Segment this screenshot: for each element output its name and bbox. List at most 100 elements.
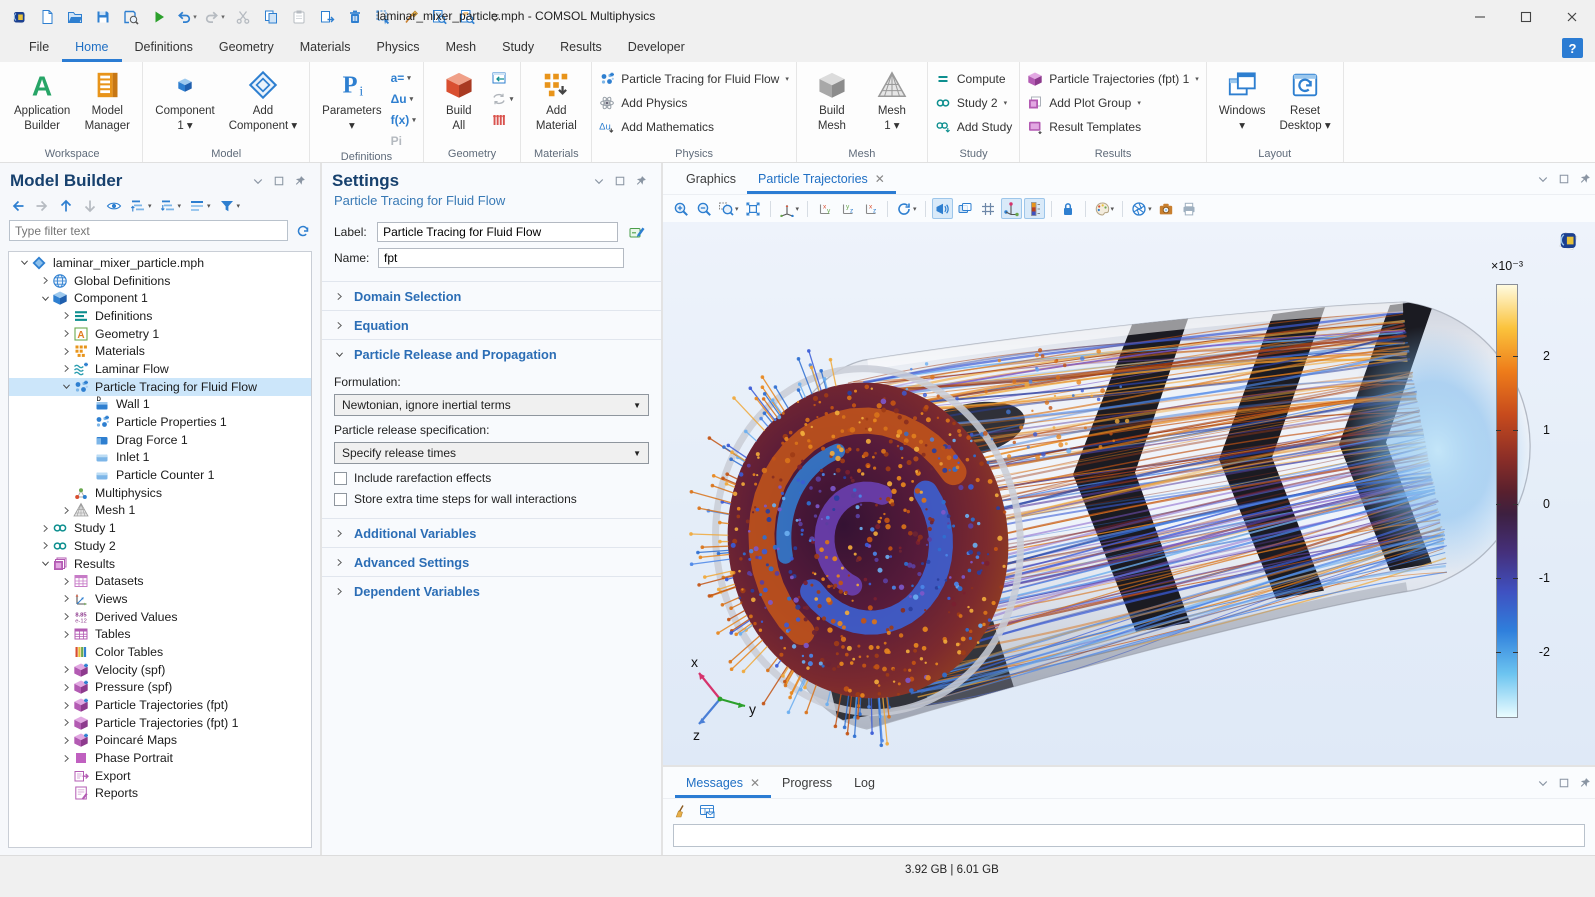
- tree-chevron[interactable]: [38, 540, 52, 551]
- grid-button[interactable]: [978, 198, 999, 219]
- view-xy-button[interactable]: xy: [814, 198, 835, 219]
- snapshot-button[interactable]: [1156, 198, 1177, 219]
- ribbon-tab-developer[interactable]: Developer: [615, 33, 698, 62]
- tree-chevron[interactable]: [59, 328, 73, 339]
- close-tab-icon[interactable]: ✕: [875, 172, 885, 191]
- color-legend-button[interactable]: [1024, 198, 1045, 219]
- graphics-tab-graphics[interactable]: Graphics: [675, 163, 747, 194]
- physics-interface-button[interactable]: Particle Tracing for Fluid Flow▾: [599, 69, 789, 88]
- save-as-button[interactable]: [117, 4, 144, 30]
- tree-item-derived-values[interactable]: 8.85e-12Derived Values: [9, 608, 311, 626]
- tree-chevron[interactable]: [59, 735, 73, 746]
- scene-light-button[interactable]: [932, 198, 953, 219]
- pin-panel-icon[interactable]: [294, 175, 306, 187]
- panel-menu-icon[interactable]: [1537, 777, 1549, 789]
- pin-panel-icon[interactable]: [1579, 777, 1591, 789]
- refresh-icon[interactable]: [295, 223, 311, 239]
- rename-icon[interactable]: [625, 221, 649, 242]
- tree-chevron[interactable]: [59, 363, 73, 374]
- tree-item-views[interactable]: Views: [9, 590, 311, 608]
- view-xz-button[interactable]: xz: [860, 198, 881, 219]
- environment-button[interactable]: ▾: [1129, 198, 1154, 219]
- build-mesh-button[interactable]: Build Mesh: [804, 65, 860, 134]
- run-button[interactable]: [145, 4, 172, 30]
- paste-button[interactable]: [285, 4, 312, 30]
- virtual-operations-button[interactable]: [491, 111, 514, 129]
- float-panel-icon[interactable]: [1558, 173, 1570, 185]
- tree-item-wall-1[interactable]: DWall 1: [9, 396, 311, 414]
- tree-item-laminar-mixer-particle-mph[interactable]: laminar_mixer_particle.mph: [9, 254, 311, 272]
- ribbon-tab-study[interactable]: Study: [489, 33, 547, 62]
- ribbon-tab-definitions[interactable]: Definitions: [122, 33, 206, 62]
- tree-item-multiphysics[interactable]: Multiphysics: [9, 484, 311, 502]
- close-button[interactable]: [1549, 0, 1595, 33]
- add-material-button[interactable]: Add Material: [528, 65, 584, 134]
- tree-chevron[interactable]: [59, 611, 73, 622]
- ribbon-tab-materials[interactable]: Materials: [287, 33, 364, 62]
- dropdown-formulation[interactable]: Newtonian, ignore inertial terms▼: [334, 394, 649, 416]
- cut-button[interactable]: [229, 4, 256, 30]
- ribbon-tab-geometry[interactable]: Geometry: [206, 33, 287, 62]
- model-manager-button[interactable]: Model Manager: [79, 65, 135, 134]
- panel-menu-icon[interactable]: [593, 175, 605, 187]
- tree-chevron[interactable]: [38, 523, 52, 534]
- section-domain-selection[interactable]: Domain Selection: [322, 282, 661, 310]
- component-1-button[interactable]: Component 1 ▾: [150, 65, 219, 134]
- dropdown-particle-release-specification[interactable]: Specify release times▼: [334, 442, 649, 464]
- go-to-view-button[interactable]: ▾: [777, 198, 802, 219]
- tree-chevron[interactable]: [59, 717, 73, 728]
- lock-button[interactable]: [1058, 198, 1079, 219]
- tree-item-datasets[interactable]: Datasets: [9, 572, 311, 590]
- livelink-button[interactable]: ▾: [491, 90, 514, 108]
- print-button[interactable]: [1179, 198, 1200, 219]
- tree-chevron[interactable]: [59, 700, 73, 711]
- ribbon-tab-physics[interactable]: Physics: [363, 33, 432, 62]
- add-mathematics-button[interactable]: ΔuAdd Mathematics: [599, 117, 789, 136]
- application-builder-button[interactable]: AApplication Builder: [9, 65, 75, 134]
- filter-button[interactable]: ▾: [219, 198, 241, 214]
- clear-messages-button[interactable]: [674, 803, 690, 819]
- section-advanced-settings[interactable]: Advanced Settings: [322, 548, 661, 576]
- result-templates-button[interactable]: Result Templates: [1027, 117, 1199, 136]
- tree-item-poincar-maps[interactable]: Poincaré Maps: [9, 732, 311, 750]
- pin-panel-icon[interactable]: [1579, 173, 1591, 185]
- tree-item-particle-tracing-for-fluid-flow[interactable]: Particle Tracing for Fluid Flow: [9, 378, 311, 396]
- float-panel-icon[interactable]: [1558, 777, 1570, 789]
- tree-item-results[interactable]: Results: [9, 555, 311, 573]
- open-in-window-button[interactable]: [699, 803, 715, 819]
- redo-button[interactable]: ▾: [201, 4, 228, 30]
- name-field-input[interactable]: [378, 248, 624, 268]
- checkbox-include-rarefaction-effects[interactable]: [334, 472, 347, 485]
- tree-item-velocity-spf[interactable]: Velocity (spf): [9, 661, 311, 679]
- copy-button[interactable]: [257, 4, 284, 30]
- tree-filter-input[interactable]: [9, 220, 288, 241]
- node-text-button[interactable]: ▾: [189, 198, 211, 214]
- tree-chevron[interactable]: [38, 558, 52, 569]
- tree-chevron[interactable]: [59, 753, 73, 764]
- tree-item-particle-properties-1[interactable]: Particle Properties 1: [9, 413, 311, 431]
- tree-item-inlet-1[interactable]: Inlet 1: [9, 449, 311, 467]
- tree-item-pressure-spf[interactable]: Pressure (spf): [9, 679, 311, 697]
- study-2-button[interactable]: Study 2▾: [935, 93, 1012, 112]
- panel-menu-icon[interactable]: [1537, 173, 1549, 185]
- parameters-button[interactable]: PiParameters ▾: [317, 65, 386, 134]
- section-dependent-variables[interactable]: Dependent Variables: [322, 577, 661, 605]
- tree-item-geometry-1[interactable]: AGeometry 1: [9, 325, 311, 343]
- tree-chevron[interactable]: [59, 664, 73, 675]
- graphics-tab-particle-trajectories[interactable]: Particle Trajectories✕: [747, 163, 896, 194]
- tree-chevron[interactable]: [59, 576, 73, 587]
- ribbon-tab-results[interactable]: Results: [547, 33, 615, 62]
- section-equation[interactable]: Equation: [322, 311, 661, 339]
- axis-orientation-button[interactable]: [1001, 198, 1022, 219]
- tree-item-study-1[interactable]: Study 1: [9, 519, 311, 537]
- ribbon-tab-home[interactable]: Home: [62, 33, 121, 62]
- tree-item-laminar-flow[interactable]: Laminar Flow: [9, 360, 311, 378]
- section-particle-release-and-propagation[interactable]: Particle Release and Propagation: [322, 340, 661, 368]
- add-plot-group-button[interactable]: Add Plot Group▾: [1027, 93, 1199, 112]
- close-tab-icon[interactable]: ✕: [750, 776, 760, 795]
- new-file-button[interactable]: [33, 4, 60, 30]
- move-down-button[interactable]: [82, 198, 98, 214]
- tree-chevron[interactable]: [59, 505, 73, 516]
- add-physics-button[interactable]: Add Physics: [599, 93, 789, 112]
- help-button[interactable]: ?: [1562, 38, 1583, 58]
